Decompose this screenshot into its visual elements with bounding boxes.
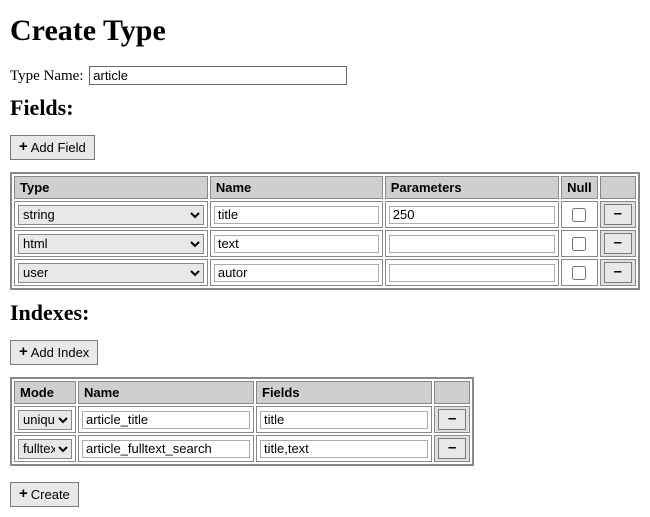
field-params-input[interactable] [389,206,555,224]
fields-row: html – [14,230,636,257]
add-index-label: Add Index [31,346,90,359]
index-mode-select[interactable]: fulltext [18,439,72,459]
fields-row: user – [14,259,636,286]
index-name-input[interactable] [82,411,250,429]
create-button-label: Create [31,488,70,501]
minus-icon: – [614,206,622,221]
field-name-input[interactable] [214,206,379,224]
indexes-row: fulltext – [14,435,470,462]
index-name-input[interactable] [82,440,250,458]
minus-icon: – [448,440,456,455]
remove-field-button[interactable]: – [604,204,632,225]
type-name-input[interactable] [89,66,347,85]
indexes-col-mode: Mode [14,381,76,404]
type-name-label: Type Name: [10,68,84,84]
remove-index-button[interactable]: – [438,438,466,459]
indexes-col-actions [434,381,470,404]
add-index-button[interactable]: + Add Index [10,340,98,365]
field-null-checkbox[interactable] [572,208,586,222]
field-name-input[interactable] [214,235,379,253]
field-type-select[interactable]: string [18,205,204,225]
indexes-table: Mode Name Fields unique – fulltext [10,377,474,466]
remove-index-button[interactable]: – [438,409,466,430]
field-params-input[interactable] [389,235,555,253]
fields-col-type: Type [14,176,208,199]
fields-col-params: Parameters [385,176,559,199]
index-fields-input[interactable] [260,411,428,429]
field-null-checkbox[interactable] [572,237,586,251]
index-fields-input[interactable] [260,440,428,458]
fields-row: string – [14,201,636,228]
page-title: Create Type [10,14,640,48]
field-null-checkbox[interactable] [572,266,586,280]
remove-field-button[interactable]: – [604,233,632,254]
fields-table: Type Name Parameters Null string – html [10,172,640,290]
plus-icon: + [19,486,28,501]
field-params-input[interactable] [389,264,555,282]
fields-heading: Fields: [10,95,640,121]
plus-icon: + [19,139,28,154]
plus-icon: + [19,344,28,359]
index-mode-select[interactable]: unique [18,410,72,430]
fields-col-actions [600,176,636,199]
add-field-button[interactable]: + Add Field [10,135,95,160]
add-field-label: Add Field [31,141,86,154]
fields-col-null: Null [561,176,598,199]
indexes-row: unique – [14,406,470,433]
minus-icon: – [448,411,456,426]
fields-col-name: Name [210,176,383,199]
field-name-input[interactable] [214,264,379,282]
field-type-select[interactable]: html [18,234,204,254]
indexes-col-fields: Fields [256,381,432,404]
create-button[interactable]: + Create [10,482,79,507]
minus-icon: – [614,264,622,279]
field-type-select[interactable]: user [18,263,204,283]
indexes-heading: Indexes: [10,300,640,326]
minus-icon: – [614,235,622,250]
remove-field-button[interactable]: – [604,262,632,283]
indexes-col-name: Name [78,381,254,404]
